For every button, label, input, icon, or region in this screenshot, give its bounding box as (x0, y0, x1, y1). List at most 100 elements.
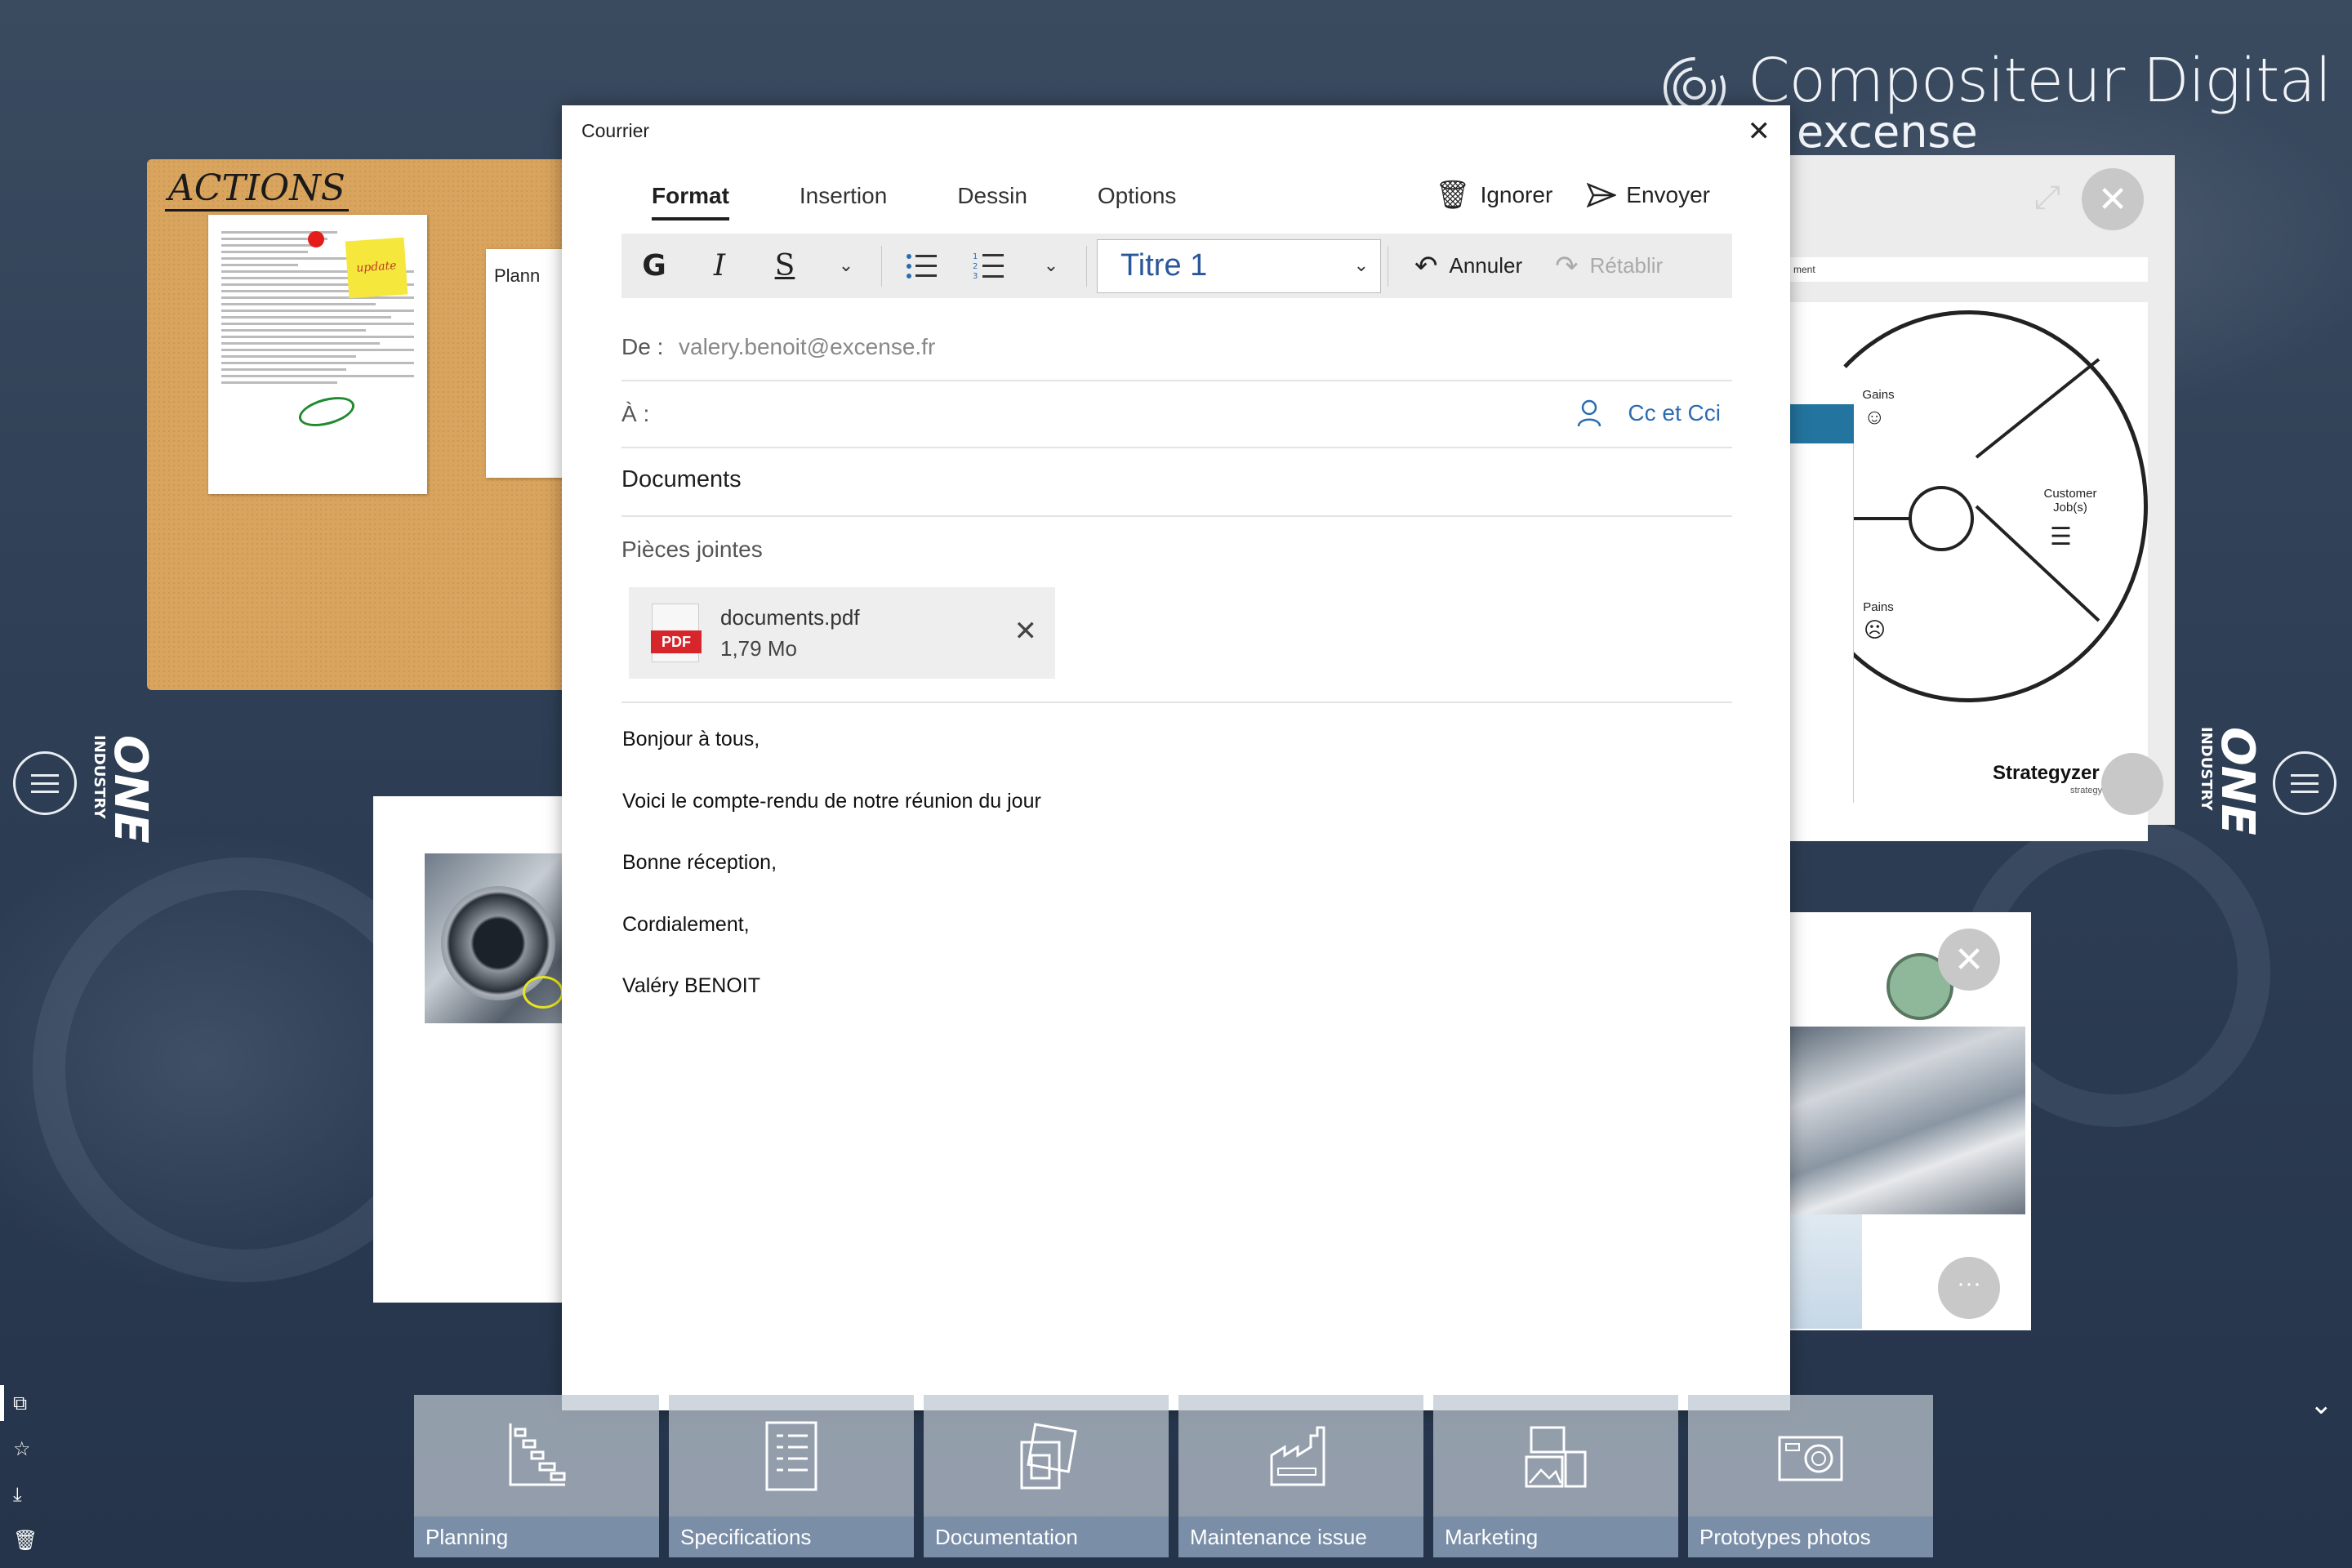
hamburger-line (31, 773, 59, 777)
undo-label: Annuler (1449, 253, 1523, 278)
active-indicator (0, 1385, 4, 1421)
customer-jobs-label: Customer Job(s) (2043, 487, 2097, 514)
annotation-circle (296, 391, 358, 432)
close-card-button[interactable]: ✕ (1938, 929, 2000, 991)
expand-icon[interactable]: ⤢ (2034, 180, 2060, 216)
right-menu-button[interactable] (2273, 751, 2336, 815)
remove-attachment-button[interactable]: ✕ (1014, 615, 1038, 648)
tile-maintenance[interactable]: Maintenance issue (1178, 1395, 1423, 1557)
hamburger-line (2291, 790, 2319, 793)
attachment-item[interactable]: PDF documents.pdf 1,79 Mo ✕ (629, 587, 1055, 679)
tile-specifications[interactable]: Specifications (669, 1395, 914, 1557)
undo-button[interactable]: ↶ Annuler (1414, 250, 1522, 283)
tab-insertion[interactable]: Insertion (800, 183, 887, 209)
left-menu-button[interactable] (13, 751, 77, 815)
documents-icon (1020, 1423, 1077, 1490)
bullet-list-button[interactable] (889, 234, 956, 298)
contact-icon[interactable] (1577, 399, 1601, 427)
send-button[interactable]: Envoyer (1587, 182, 1710, 208)
planning-doc-label: Plann (494, 265, 541, 286)
sticky-note: update (345, 237, 408, 299)
hamburger-line (31, 782, 59, 785)
divider (621, 702, 1732, 703)
body-line[interactable]: Voici le compte-rendu de notre réunion d… (622, 790, 1041, 813)
app-subtitle: excense (1797, 106, 1978, 158)
industry-logo-text: INDUSTRY (91, 735, 108, 819)
customer-face-icon (1909, 486, 1974, 551)
paragraph-style-select[interactable]: Titre 1 ⌄ (1097, 238, 1381, 293)
body-line[interactable]: Cordialement, (622, 913, 750, 937)
download-icon[interactable]: ⤓ (13, 1483, 38, 1508)
chevron-down-icon[interactable]: ⌄ (1022, 234, 1080, 298)
discard-label: Ignorer (1480, 182, 1553, 207)
hamburger-line (31, 790, 59, 793)
tab-format[interactable]: Format (652, 183, 729, 220)
corkboard-title: ACTIONS (165, 167, 349, 212)
left-toolbar: ⧉ ☆ ⤓ 🗑 (0, 1380, 41, 1568)
tile-planning[interactable]: Planning (414, 1395, 659, 1557)
redo-label: Rétablir (1589, 253, 1664, 278)
chevron-down-icon[interactable]: ⌄ (2310, 1388, 2333, 1421)
smile-icon: ☺ (1864, 404, 1886, 429)
close-card-button[interactable]: ✕ (2082, 168, 2144, 230)
value-proposition-card[interactable]: ⤢ ✕ ment Gains ☺ Pains ☹ Customer Job(s)… (1788, 155, 2175, 841)
style-select-value: Titre 1 (1120, 248, 1208, 283)
tile-documentation[interactable]: Documentation (924, 1395, 1169, 1557)
from-value[interactable]: valery.benoit@excense.fr (679, 334, 935, 360)
more-options-button[interactable] (2101, 753, 2163, 815)
one-logo-text: ONE (104, 735, 157, 844)
cc-bcc-button[interactable]: Cc et Cci (1628, 400, 1721, 426)
attachment-name: documents.pdf (720, 605, 860, 630)
tile-prototypes[interactable]: Prototypes photos (1688, 1395, 1933, 1557)
tile-label: Prototypes photos (1688, 1517, 1933, 1557)
bullet-list-icon (906, 253, 937, 278)
body-line[interactable]: Bonjour à tous, (622, 728, 760, 751)
one-industry-logo-left: ONE INDUSTRY (90, 735, 157, 874)
hamburger-line (2291, 782, 2319, 785)
window-title: Courrier (581, 120, 650, 141)
body-line[interactable]: Bonne réception, (622, 851, 777, 875)
pdf-badge: PDF (651, 630, 702, 653)
trash-icon[interactable]: 🗑 (13, 1529, 38, 1553)
mail-window[interactable]: Courrier ✕ Format Insertion Dessin Optio… (562, 105, 1790, 1410)
prototype-photo-card[interactable]: ✕ ··· (1788, 912, 2031, 1330)
discard-button[interactable]: 🗑 Ignorer (1435, 179, 1552, 212)
actions-corkboard[interactable]: ACTIONS update Plann (147, 159, 592, 690)
underline-button[interactable]: S (752, 234, 817, 298)
tile-label: Marketing (1433, 1517, 1678, 1557)
pdf-file-icon: PDF (651, 604, 702, 662)
chevron-down-icon[interactable]: ⌄ (817, 234, 875, 298)
specs-icon (765, 1421, 817, 1491)
favorites-icon[interactable]: ☆ (13, 1437, 38, 1462)
attachment-size: 1,79 Mo (720, 636, 797, 661)
hamburger-line (2291, 773, 2319, 777)
subject-value[interactable]: Documents (621, 466, 742, 493)
svg-text:1: 1 (973, 252, 978, 261)
pinned-document[interactable]: update (208, 215, 427, 494)
copy-icon[interactable]: ⧉ (13, 1392, 38, 1416)
tab-dessin[interactable]: Dessin (957, 183, 1027, 209)
format-toolbar: G I S ⌄ 1 2 3 ⌄ Titre 1 ⌄ ↶ Annuler ↷ Ré… (621, 234, 1732, 298)
numbered-list-button[interactable]: 1 2 3 (956, 234, 1022, 298)
side-panel (1788, 443, 1854, 803)
chevron-down-icon: ⌄ (1353, 256, 1369, 276)
annotation-circle (523, 976, 564, 1009)
one-industry-logo-right: ONE INDUSTRY (2197, 727, 2264, 866)
tile-marketing[interactable]: Marketing (1433, 1395, 1678, 1557)
subject-field[interactable]: Documents (621, 448, 1732, 517)
checklist-icon: ☰ (2050, 523, 2072, 550)
tab-options[interactable]: Options (1098, 183, 1177, 209)
from-label: De : (621, 334, 664, 359)
body-line[interactable]: Valéry BENOIT (622, 974, 760, 998)
svg-text:3: 3 (973, 272, 978, 281)
to-field[interactable]: À : Cc et Cci (621, 383, 1732, 448)
ribbon-tabs: Format Insertion Dessin Options (652, 183, 1246, 220)
numbered-list-icon: 1 2 3 (973, 252, 1004, 281)
frown-icon: ☹ (1864, 617, 1886, 642)
more-options-button[interactable]: ··· (1938, 1257, 2000, 1319)
italic-button[interactable]: I (687, 234, 752, 298)
bold-button[interactable]: G (621, 234, 687, 298)
close-window-button[interactable]: ✕ (1748, 115, 1771, 148)
redo-button[interactable]: ↷ Rétablir (1555, 250, 1663, 283)
category-tiles: Planning Specifications Documentation Ma… (414, 1395, 1933, 1557)
